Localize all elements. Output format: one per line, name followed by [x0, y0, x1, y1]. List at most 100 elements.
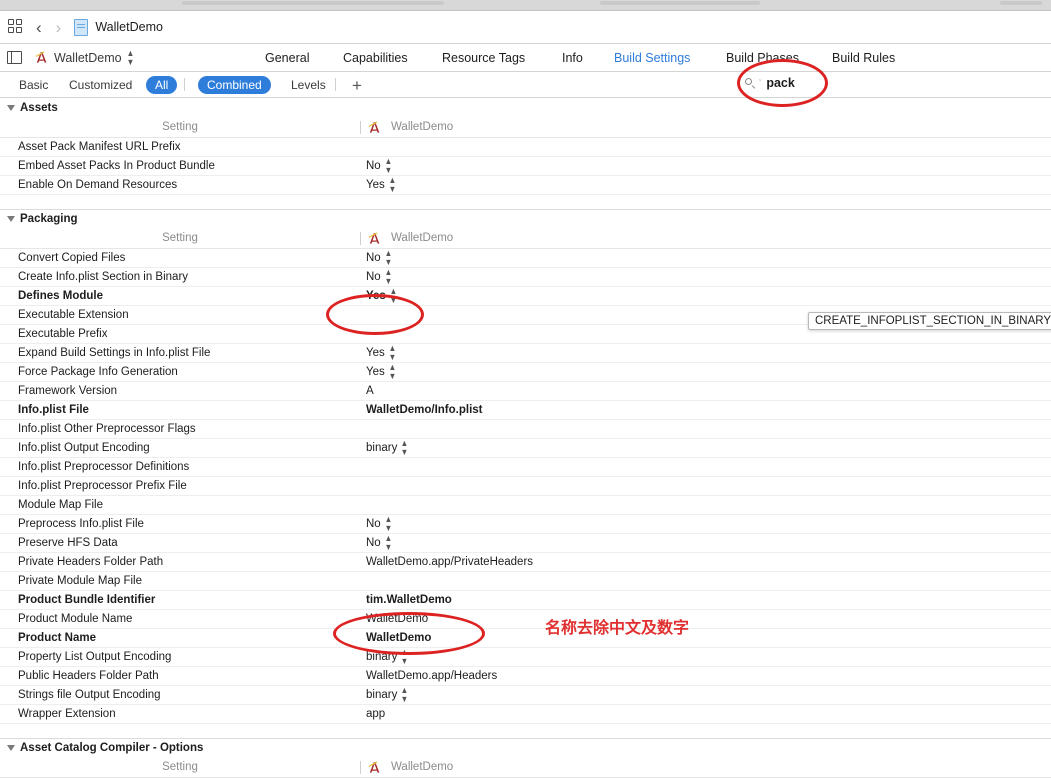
chevron-updown-icon[interactable]: ▲ ▼: [401, 439, 409, 457]
setting-value[interactable]: Yes: [366, 290, 386, 302]
sidebar-toggle-icon[interactable]: [7, 51, 22, 64]
setting-value[interactable]: binary: [366, 442, 397, 454]
setting-row[interactable]: Private Module Map File: [0, 572, 1051, 591]
grid-icon[interactable]: [8, 19, 24, 35]
filter-basic[interactable]: Basic: [10, 76, 57, 94]
chevron-updown-icon[interactable]: ▲ ▼: [126, 48, 134, 67]
tab-build-phases[interactable]: Build Phases: [726, 51, 799, 65]
setting-row[interactable]: Create Info.plist Section in Binary No ▲ ▼: [0, 268, 1051, 287]
tab-general[interactable]: General: [265, 51, 309, 65]
setting-value-cell[interactable]: app: [360, 708, 1051, 720]
setting-row[interactable]: Framework Version A: [0, 382, 1051, 401]
setting-row[interactable]: Product Module Name WalletDemo: [0, 610, 1051, 629]
setting-value[interactable]: WalletDemo: [366, 632, 431, 644]
setting-value-cell[interactable]: Yes ▲ ▼: [360, 344, 1051, 362]
setting-row[interactable]: Private Headers Folder Path WalletDemo.ap…: [0, 553, 1051, 572]
setting-value-cell[interactable]: binary ▲ ▼: [360, 686, 1051, 704]
setting-value-cell[interactable]: tim.WalletDemo: [360, 594, 1051, 606]
setting-row[interactable]: Preprocess Info.plist File No ▲ ▼: [0, 515, 1051, 534]
search-input[interactable]: pack: [766, 76, 795, 90]
setting-value-cell[interactable]: WalletDemo.app/PrivateHeaders: [360, 556, 1051, 568]
chevron-updown-icon[interactable]: ▲ ▼: [384, 249, 392, 267]
setting-value[interactable]: A: [366, 385, 374, 397]
setting-value-cell[interactable]: WalletDemo/Info.plist: [360, 404, 1051, 416]
chevron-updown-icon[interactable]: ▲ ▼: [388, 344, 396, 362]
chevron-updown-icon[interactable]: ▲ ▼: [401, 686, 409, 704]
setting-value-cell[interactable]: binary ▲ ▼: [360, 439, 1051, 457]
tab-info[interactable]: Info: [562, 51, 583, 65]
section-header[interactable]: Asset Catalog Compiler - Options: [0, 738, 1051, 757]
filter-combined[interactable]: Combined: [198, 76, 271, 94]
setting-value[interactable]: WalletDemo.app/Headers: [366, 670, 497, 682]
setting-value-cell[interactable]: No ▲ ▼: [360, 268, 1051, 286]
setting-value[interactable]: No: [366, 252, 381, 264]
tab-resource-tags[interactable]: Resource Tags: [442, 51, 525, 65]
setting-row[interactable]: Info.plist File WalletDemo/Info.plist: [0, 401, 1051, 420]
setting-row[interactable]: Wrapper Extension app: [0, 705, 1051, 724]
setting-row[interactable]: Public Headers Folder Path WalletDemo.app…: [0, 667, 1051, 686]
disclosure-triangle-icon[interactable]: [7, 745, 15, 751]
setting-value[interactable]: No: [366, 518, 381, 530]
setting-value[interactable]: binary: [366, 689, 397, 701]
setting-value[interactable]: binary: [366, 651, 397, 663]
setting-value-cell[interactable]: Yes ▲ ▼: [360, 176, 1051, 194]
setting-row[interactable]: Info.plist Preprocessor Definitions: [0, 458, 1051, 477]
setting-value[interactable]: Yes: [366, 347, 385, 359]
setting-value[interactable]: Yes: [366, 366, 385, 378]
section-header[interactable]: Packaging: [0, 209, 1051, 228]
chevron-down-icon[interactable]: ˇ: [759, 80, 761, 87]
setting-value-cell[interactable]: No ▲ ▼: [360, 515, 1051, 533]
chevron-updown-icon[interactable]: ▲ ▼: [388, 363, 396, 381]
setting-value-cell[interactable]: Yes ▲ ▼: [360, 287, 1051, 305]
setting-value-cell[interactable]: No ▲ ▼: [360, 249, 1051, 267]
tab-build-settings[interactable]: Build Settings: [614, 51, 690, 65]
filter-all[interactable]: All: [146, 76, 178, 94]
filter-customized[interactable]: Customized: [60, 76, 141, 94]
setting-row[interactable]: Embed Asset Packs In Product Bundle No ▲ ▼: [0, 157, 1051, 176]
chevron-updown-icon[interactable]: ▲ ▼: [384, 157, 392, 175]
breadcrumb-project-name[interactable]: WalletDemo: [95, 20, 163, 34]
setting-row[interactable]: Module Map File: [0, 496, 1051, 515]
setting-value[interactable]: Yes: [366, 179, 385, 191]
chevron-updown-icon[interactable]: ▲ ▼: [384, 268, 392, 286]
setting-value-cell[interactable]: binary ▲ ▼: [360, 648, 1051, 666]
setting-row[interactable]: Product Bundle Identifier tim.WalletDemo: [0, 591, 1051, 610]
setting-row[interactable]: Asset Pack Manifest URL Prefix: [0, 138, 1051, 157]
setting-value-cell[interactable]: A: [360, 385, 1051, 397]
disclosure-triangle-icon[interactable]: [7, 216, 15, 222]
setting-value[interactable]: WalletDemo/Info.plist: [366, 404, 483, 416]
tab-capabilities[interactable]: Capabilities: [343, 51, 408, 65]
add-setting-button[interactable]: +: [352, 77, 362, 94]
setting-row[interactable]: Defines Module Yes ▲ ▼: [0, 287, 1051, 306]
setting-row[interactable]: Info.plist Other Preprocessor Flags: [0, 420, 1051, 439]
setting-row[interactable]: Strings file Output Encoding binary ▲ ▼: [0, 686, 1051, 705]
setting-value-cell[interactable]: No ▲ ▼: [360, 157, 1051, 175]
chevron-updown-icon[interactable]: ▲ ▼: [384, 534, 392, 552]
setting-row[interactable]: Property List Output Encoding binary ▲ ▼: [0, 648, 1051, 667]
setting-value[interactable]: No: [366, 271, 381, 283]
setting-row[interactable]: Info.plist Output Encoding binary ▲ ▼: [0, 439, 1051, 458]
setting-value-cell[interactable]: Yes ▲ ▼: [360, 363, 1051, 381]
chevron-updown-icon[interactable]: ▲ ▼: [401, 648, 409, 666]
setting-value[interactable]: tim.WalletDemo: [366, 594, 452, 606]
setting-row[interactable]: Enable On Demand Resources Yes ▲ ▼: [0, 176, 1051, 195]
filter-levels[interactable]: Levels: [282, 76, 335, 94]
setting-row[interactable]: Convert Copied Files No ▲ ▼: [0, 249, 1051, 268]
setting-value-cell[interactable]: No ▲ ▼: [360, 534, 1051, 552]
setting-row[interactable]: Info.plist Preprocessor Prefix File: [0, 477, 1051, 496]
tab-build-rules[interactable]: Build Rules: [832, 51, 895, 65]
chevron-updown-icon[interactable]: ▲ ▼: [389, 287, 397, 305]
disclosure-triangle-icon[interactable]: [7, 104, 15, 111]
setting-value-cell[interactable]: WalletDemo: [360, 632, 1051, 644]
setting-value-cell[interactable]: WalletDemo.app/Headers: [360, 670, 1051, 682]
setting-value[interactable]: No: [366, 537, 381, 549]
setting-row[interactable]: Preserve HFS Data No ▲ ▼: [0, 534, 1051, 553]
search-field[interactable]: ˇ pack: [745, 76, 795, 90]
setting-value[interactable]: WalletDemo.app/PrivateHeaders: [366, 556, 533, 568]
section-header[interactable]: Assets: [0, 98, 1051, 117]
setting-row[interactable]: Product Name WalletDemo: [0, 629, 1051, 648]
setting-value[interactable]: WalletDemo: [366, 613, 428, 625]
target-selector[interactable]: WalletDemo ▲ ▼: [0, 48, 255, 67]
chevron-updown-icon[interactable]: ▲ ▼: [388, 176, 396, 194]
chevron-updown-icon[interactable]: ▲ ▼: [384, 515, 392, 533]
